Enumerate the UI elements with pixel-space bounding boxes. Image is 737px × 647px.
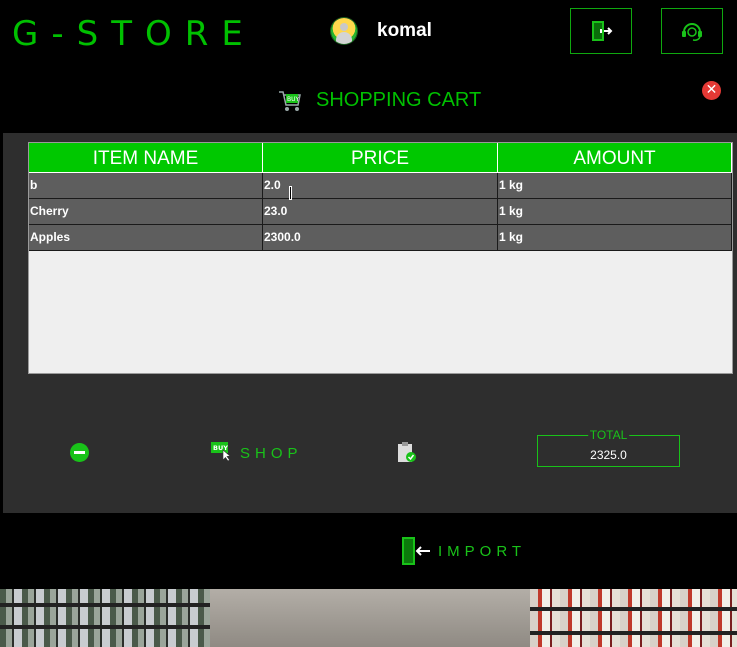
- app-logo: G-STORE: [12, 14, 256, 54]
- cart-title-label: SHOPPING CART: [316, 89, 482, 111]
- shop-label[interactable]: SHOP: [240, 445, 303, 462]
- cell-amount: 1 kg: [498, 173, 732, 199]
- avatar-icon: [331, 18, 357, 44]
- close-button[interactable]: ✕: [702, 81, 721, 100]
- logout-button[interactable]: [570, 8, 632, 54]
- buy-icon: BUY: [211, 442, 231, 462]
- user-info: komal: [331, 17, 432, 45]
- import-icon: [402, 537, 430, 565]
- column-header-item-name[interactable]: ITEM NAME: [29, 143, 263, 173]
- cell-item-name: Apples: [29, 225, 263, 251]
- close-icon: ✕: [705, 82, 718, 98]
- clear-cart-button[interactable]: [396, 441, 418, 467]
- svg-text:BUY: BUY: [287, 96, 300, 103]
- cart-icon: BUY: [279, 90, 301, 111]
- svg-text:BUY: BUY: [213, 444, 228, 452]
- column-header-price[interactable]: PRICE: [263, 143, 498, 173]
- import-label[interactable]: IMPORT: [438, 543, 526, 560]
- clipboard-icon: [398, 442, 416, 462]
- support-icon: [682, 23, 702, 41]
- cart-table[interactable]: ITEM NAME PRICE AMOUNT b 2.0 1 kg Cherry…: [28, 142, 733, 374]
- table-row[interactable]: Apples 2300.0 1 kg: [29, 225, 732, 251]
- store-aisle-image: [0, 589, 737, 647]
- username: komal: [377, 20, 432, 41]
- cart-title: BUY SHOPPING CART: [278, 89, 481, 112]
- table-header: ITEM NAME PRICE AMOUNT: [29, 143, 732, 173]
- total-value: 2325.0: [590, 448, 627, 462]
- cell-item-name: Cherry: [29, 199, 263, 225]
- total-box: TOTAL 2325.0: [537, 428, 680, 467]
- bottom-bar: [0, 513, 737, 589]
- cell-price: 23.0: [263, 199, 498, 225]
- cell-price: 2.0: [263, 173, 498, 199]
- support-button[interactable]: [661, 8, 723, 54]
- cell-item-name: b: [29, 173, 263, 199]
- cell-price: 2300.0: [263, 225, 498, 251]
- shop-button[interactable]: BUY: [210, 441, 232, 465]
- table-row[interactable]: Cherry 23.0 1 kg: [29, 199, 732, 225]
- import-button[interactable]: [401, 536, 431, 570]
- column-header-amount[interactable]: AMOUNT: [498, 143, 732, 173]
- remove-item-button[interactable]: [70, 443, 89, 462]
- cell-amount: 1 kg: [498, 225, 732, 251]
- table-row[interactable]: b 2.0 1 kg: [29, 173, 732, 199]
- logout-icon: [592, 21, 613, 41]
- text-cursor: [289, 186, 292, 200]
- total-label: TOTAL: [587, 428, 630, 442]
- cell-amount: 1 kg: [498, 199, 732, 225]
